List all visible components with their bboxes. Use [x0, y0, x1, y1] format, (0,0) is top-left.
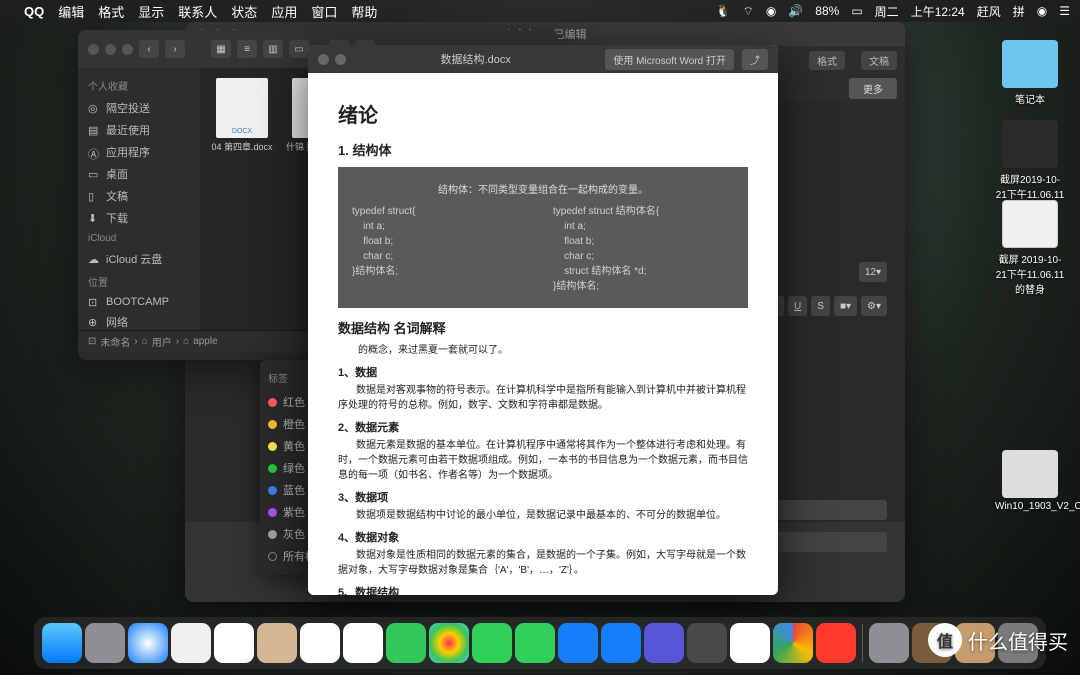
wifi-icon[interactable]: ◉	[766, 4, 776, 18]
doc-heading: 绪论	[338, 99, 748, 128]
dock-appstore[interactable]	[558, 623, 598, 663]
watermark-text: 什么值得买	[968, 626, 1068, 655]
path-icon: ⌂	[183, 336, 189, 347]
sidebar-icloud-drive[interactable]: ☁iCloud 云盘	[78, 248, 200, 270]
dock-safari[interactable]	[128, 623, 168, 663]
menu-apps[interactable]: 应用	[271, 2, 297, 21]
user[interactable]: 赶风	[977, 3, 1001, 20]
gear-button[interactable]: ⚙▾	[861, 296, 887, 316]
dock-separator	[862, 624, 863, 662]
desktop-iso[interactable]: Win10_1903_V2_China_GGK...)_x64.iso	[995, 450, 1065, 512]
watermark-icon: 值	[928, 623, 962, 657]
dock-maps[interactable]	[386, 623, 426, 663]
path-icon: ⊡	[88, 336, 96, 347]
desktop-screenshot-2[interactable]: 截屏 2019-10-21下午11.06.11的替身	[995, 200, 1065, 296]
sidebar-section-locations: 位置	[78, 270, 200, 293]
menu-status[interactable]: 状态	[231, 2, 257, 21]
path-icon: ⌂	[142, 336, 148, 347]
dock-qq[interactable]	[730, 623, 770, 663]
battery-icon: ▭	[851, 4, 862, 18]
zoom-button[interactable]	[122, 44, 133, 55]
view-gallery-button[interactable]: ▭	[289, 40, 309, 58]
battery-percent[interactable]: 88%	[815, 4, 839, 18]
sidebar-recents[interactable]: ▤最近使用	[78, 119, 200, 141]
desktop-folder-notes[interactable]: 笔记本	[995, 40, 1065, 106]
open-with-word-button[interactable]: 使用 Microsoft Word 打开	[605, 49, 734, 70]
dock-settings[interactable]	[85, 623, 125, 663]
sidebar-network[interactable]: ⊕网络	[78, 311, 200, 330]
dock-facetime[interactable]	[515, 623, 555, 663]
time[interactable]: 上午12:24	[911, 3, 965, 20]
dock-calendar[interactable]	[214, 623, 254, 663]
quicklook-toolbar: 数据结构.docx 使用 Microsoft Word 打开 ⤴	[308, 45, 778, 73]
forward-button[interactable]: ›	[165, 40, 185, 58]
desktop-screenshot-1[interactable]: 截屏2019-10-21下午11.06.11	[995, 120, 1065, 201]
underline-button[interactable]: U	[788, 296, 807, 316]
dock-chrome[interactable]	[773, 623, 813, 663]
sidebar-downloads[interactable]: ⬇下载	[78, 207, 200, 229]
file-item[interactable]: 04 第四章.docx	[210, 78, 274, 164]
menu-view[interactable]: 显示	[138, 2, 164, 21]
docx-icon	[216, 78, 268, 138]
sidebar-desktop[interactable]: ▭桌面	[78, 163, 200, 185]
doc-subheading: 数据结构 名词解释	[338, 318, 748, 337]
app-name[interactable]: QQ	[24, 4, 44, 19]
share-button[interactable]: ⤴	[742, 49, 768, 70]
doc-subheading: 1. 结构体	[338, 140, 748, 159]
dock	[34, 617, 1046, 669]
menubar: QQ 编辑 格式 显示 联系人 状态 应用 窗口 帮助 🐧 ⌔ ◉ 🔊 88% …	[0, 0, 1080, 22]
menu-contacts[interactable]: 联系人	[178, 2, 217, 21]
dock-messages[interactable]	[472, 623, 512, 663]
toolbar-file-icon[interactable]: 文稿	[861, 51, 897, 70]
day[interactable]: 周二	[875, 3, 899, 20]
dock-downloads[interactable]	[869, 623, 909, 663]
siri-icon[interactable]: ◉	[1037, 4, 1047, 18]
qq-status-icon[interactable]: 🐧	[716, 4, 731, 18]
strike-button[interactable]: S	[811, 296, 830, 316]
view-icon-button[interactable]: ▦	[211, 40, 231, 58]
dock-app2[interactable]	[644, 623, 684, 663]
sidebar-documents[interactable]: ▯文稿	[78, 185, 200, 207]
view-column-button[interactable]: ▥	[263, 40, 283, 58]
input-method[interactable]: 拼	[1013, 3, 1025, 20]
sidebar-applications[interactable]: Ⓐ应用程序	[78, 141, 200, 163]
fullscreen-button[interactable]	[335, 54, 346, 65]
menu-edit[interactable]: 编辑	[58, 2, 84, 21]
dock-notes[interactable]	[343, 623, 383, 663]
code-figure: 结构体：不同类型变量组合在一起构成的变量。 typedef struct{ in…	[338, 167, 748, 308]
sidebar-section-icloud: iCloud	[78, 229, 200, 248]
dock-netease[interactable]	[816, 623, 856, 663]
menu-format[interactable]: 格式	[98, 2, 124, 21]
bluetooth-icon[interactable]: ⌔	[743, 4, 754, 19]
dock-reminders[interactable]	[300, 623, 340, 663]
sidebar-airdrop[interactable]: ◎隔空投送	[78, 97, 200, 119]
menu-help[interactable]: 帮助	[351, 2, 377, 21]
color-button[interactable]: ■▾	[834, 296, 857, 316]
document-content[interactable]: 绪论 1. 结构体 结构体：不同类型变量组合在一起构成的变量。 typedef …	[308, 73, 778, 595]
close-button[interactable]	[318, 54, 329, 65]
notification-icon[interactable]: ☰	[1059, 4, 1070, 18]
more-button[interactable]: 更多	[849, 78, 897, 99]
minimize-button[interactable]	[105, 44, 116, 55]
finder-sidebar: 个人收藏 ◎隔空投送 ▤最近使用 Ⓐ应用程序 ▭桌面 ▯文稿 ⬇下载 iClou…	[78, 68, 200, 330]
dock-app3[interactable]	[687, 623, 727, 663]
sidebar-bootcamp[interactable]: ⊡BOOTCAMP	[78, 293, 200, 311]
watermark: 值 什么值得买	[928, 623, 1068, 657]
sidebar-section-favorites: 个人收藏	[78, 74, 200, 97]
view-list-button[interactable]: ≡	[237, 40, 257, 58]
dock-mail[interactable]	[171, 623, 211, 663]
back-button[interactable]: ‹	[139, 40, 159, 58]
dock-photos[interactable]	[429, 623, 469, 663]
menu-window[interactable]: 窗口	[311, 2, 337, 21]
dock-finder[interactable]	[42, 623, 82, 663]
quicklook-window[interactable]: 数据结构.docx 使用 Microsoft Word 打开 ⤴ 绪论 1. 结…	[308, 45, 778, 595]
toolbar-format-icon[interactable]: 格式	[809, 51, 845, 70]
volume-icon[interactable]: 🔊	[788, 4, 803, 18]
dock-app1[interactable]	[601, 623, 641, 663]
font-size-select[interactable]: 12 ▾	[859, 262, 887, 282]
close-button[interactable]	[88, 44, 99, 55]
quicklook-title: 数据结构.docx	[354, 51, 597, 67]
dock-contacts[interactable]	[257, 623, 297, 663]
